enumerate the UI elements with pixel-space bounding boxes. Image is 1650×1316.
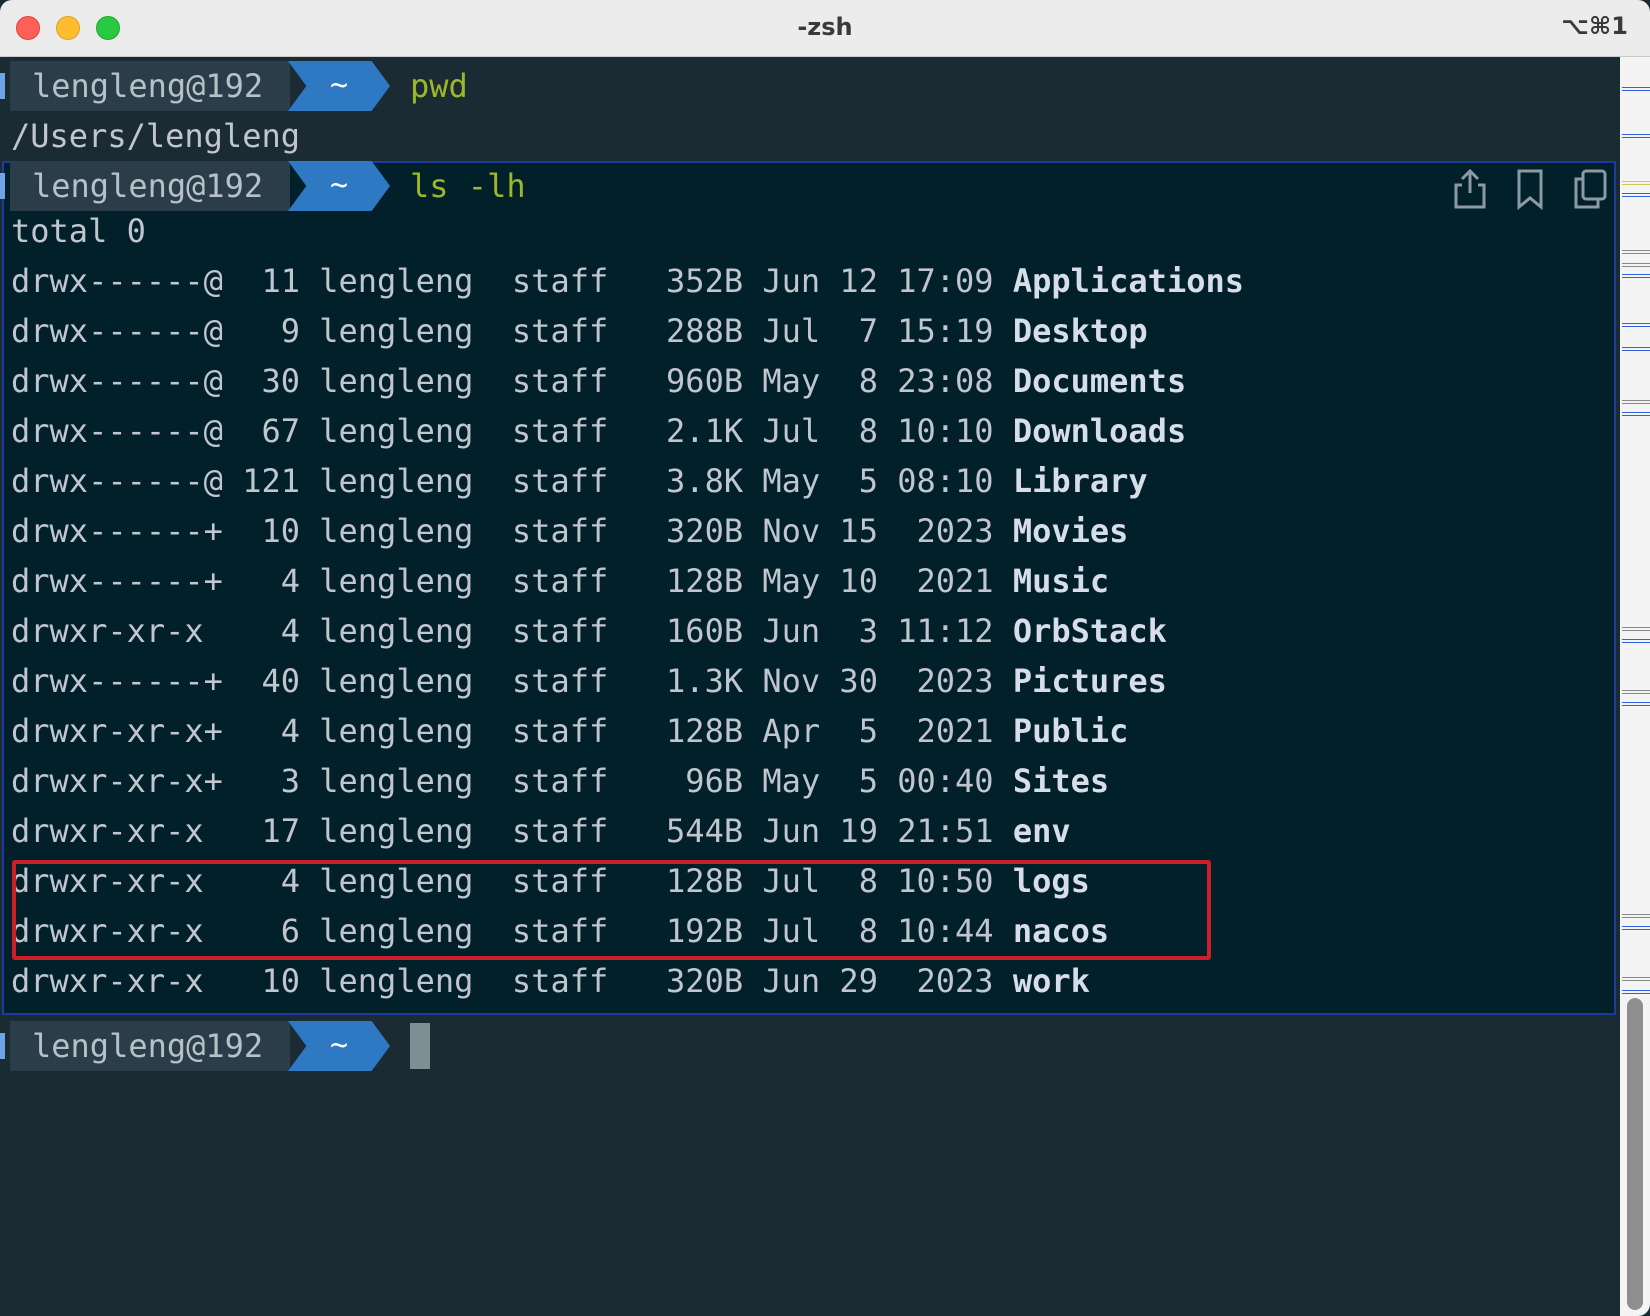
ls-total: total 0 xyxy=(11,212,146,250)
prompt-marker xyxy=(0,73,5,99)
scroll-mark xyxy=(1622,400,1650,404)
scroll-mark xyxy=(1622,181,1650,185)
row-name: Music xyxy=(1012,562,1110,600)
row-meta: drwxr-xr-x+ 4 lengleng staff 128B Apr 5 … xyxy=(11,712,1013,750)
ls-row: drwx------+ 10 lengleng staff 320B Nov 1… xyxy=(11,506,1128,556)
scroll-mark xyxy=(1622,347,1650,351)
prompt-user: lengleng@192 xyxy=(10,1021,290,1071)
title-bar: -zsh ⌥⌘1 xyxy=(0,0,1650,57)
prompt-user: lengleng@192 xyxy=(10,161,290,211)
scroll-mark xyxy=(1622,250,1650,254)
scroll-mark xyxy=(1622,914,1650,918)
copy-icon[interactable] xyxy=(1570,167,1610,211)
ls-row: drwx------+ 40 lengleng staff 1.3K Nov 3… xyxy=(11,656,1167,706)
row-name: OrbStack xyxy=(1012,612,1167,650)
row-name: Sites xyxy=(1012,762,1110,800)
ls-row: drwx------@ 9 lengleng staff 288B Jul 7 … xyxy=(11,306,1148,356)
bookmark-icon[interactable] xyxy=(1510,167,1550,211)
row-meta: drwxr-xr-x 17 lengleng staff 544B Jun 19… xyxy=(11,812,1013,850)
prompt-directory: ~ xyxy=(288,1021,390,1071)
scroll-mark xyxy=(1622,134,1650,138)
row-meta: drwx------+ 10 lengleng staff 320B Nov 1… xyxy=(11,512,1013,550)
window-title: -zsh xyxy=(797,13,853,41)
row-name: Public xyxy=(1012,712,1129,750)
row-name: env xyxy=(1012,812,1071,850)
scroll-mark xyxy=(1622,977,1650,981)
scroll-mark xyxy=(1622,702,1650,706)
pwd-output: /Users/lengleng xyxy=(11,117,300,155)
scrollbar-thumb[interactable] xyxy=(1627,998,1643,1310)
prompt-marker xyxy=(0,1033,5,1059)
row-meta: drwx------@ 9 lengleng staff 288B Jul 7 … xyxy=(11,312,1013,350)
ls-row: drwxr-xr-x+ 4 lengleng staff 128B Apr 5 … xyxy=(11,706,1128,756)
scroll-mark xyxy=(1622,193,1650,197)
highlight-box xyxy=(12,860,1211,960)
row-name: Desktop xyxy=(1012,312,1148,350)
command-text: ls -lh xyxy=(410,167,526,205)
scroll-mark xyxy=(1622,639,1650,643)
ls-row: drwx------@ 121 lengleng staff 3.8K May … xyxy=(11,456,1148,506)
row-name: Pictures xyxy=(1012,662,1167,700)
text-cursor xyxy=(410,1023,430,1069)
command-text: pwd xyxy=(410,67,468,105)
ls-row: drwxr-xr-x 4 lengleng staff 160B Jun 3 1… xyxy=(11,606,1167,656)
share-icon[interactable] xyxy=(1450,167,1490,211)
ls-row: drwxr-xr-x 17 lengleng staff 544B Jun 19… xyxy=(11,806,1071,856)
row-name: Applications xyxy=(1012,262,1244,300)
scroll-mark xyxy=(1622,323,1650,327)
ls-row: drwx------+ 4 lengleng staff 128B May 10… xyxy=(11,556,1109,606)
ls-row: drwxr-xr-x+ 3 lengleng staff 96B May 5 0… xyxy=(11,756,1109,806)
scroll-mark xyxy=(1622,990,1650,994)
ls-row: drwxr-xr-x 10 lengleng staff 320B Jun 29… xyxy=(11,956,1090,1006)
row-meta: drwx------@ 121 lengleng staff 3.8K May … xyxy=(11,462,1013,500)
row-name: Library xyxy=(1012,462,1148,500)
row-meta: drwx------@ 11 lengleng staff 352B Jun 1… xyxy=(11,262,1013,300)
prompt-directory: ~ xyxy=(288,61,390,111)
row-meta: drwxr-xr-x+ 3 lengleng staff 96B May 5 0… xyxy=(11,762,1013,800)
row-name: Documents xyxy=(1012,362,1187,400)
scroll-mark xyxy=(1622,412,1650,416)
row-meta: drwx------@ 30 lengleng staff 960B May 8… xyxy=(11,362,1013,400)
row-name: work xyxy=(1012,962,1090,1000)
scroll-mark xyxy=(1622,926,1650,930)
ls-row: drwx------@ 67 lengleng staff 2.1K Jul 8… xyxy=(11,406,1186,456)
row-meta: drwx------@ 67 lengleng staff 2.1K Jul 8… xyxy=(11,412,1013,450)
prompt-user: lengleng@192 xyxy=(10,61,290,111)
row-name: Downloads xyxy=(1012,412,1187,450)
scroll-mark xyxy=(1622,690,1650,694)
row-meta: drwx------+ 4 lengleng staff 128B May 10… xyxy=(11,562,1013,600)
ls-row: drwx------@ 11 lengleng staff 352B Jun 1… xyxy=(11,256,1244,306)
scroll-mark xyxy=(1622,87,1650,91)
terminal-content[interactable]: lengleng@192 ~ pwd /Users/lengleng lengl… xyxy=(0,57,1620,1316)
row-name: Movies xyxy=(1012,512,1129,550)
row-meta: drwxr-xr-x 10 lengleng staff 320B Jun 29… xyxy=(11,962,1013,1000)
row-meta: drwx------+ 40 lengleng staff 1.3K Nov 3… xyxy=(11,662,1013,700)
prompt-marker xyxy=(0,173,5,199)
ls-row: drwx------@ 30 lengleng staff 960B May 8… xyxy=(11,356,1186,406)
window-shortcut: ⌥⌘1 xyxy=(1561,12,1628,40)
terminal-window: -zsh ⌥⌘1 lengleng@192 ~ pwd /Users/lengl… xyxy=(0,0,1650,1316)
scroll-mark xyxy=(1622,627,1650,631)
scroll-mark xyxy=(1622,274,1650,278)
scroll-mark xyxy=(1622,263,1650,267)
row-meta: drwxr-xr-x 4 lengleng staff 160B Jun 3 1… xyxy=(11,612,1013,650)
